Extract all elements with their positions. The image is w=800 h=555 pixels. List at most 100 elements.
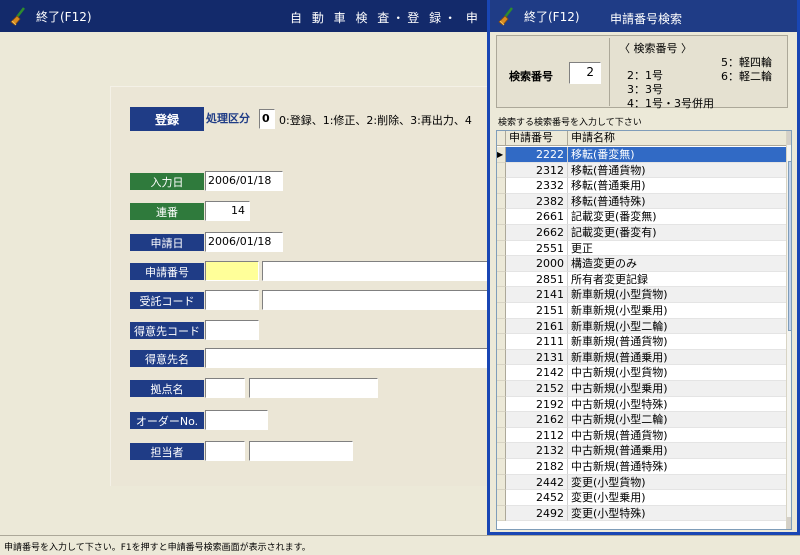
grid-row[interactable]: 2162 中古新規(小型二輪) xyxy=(497,412,787,428)
apply-no-label: 申請番号 xyxy=(130,263,204,280)
staff-label: 担当者 xyxy=(130,443,204,460)
row-selector[interactable] xyxy=(497,505,506,522)
grid-row[interactable]: 2661 記載変更(番変無) xyxy=(497,209,787,225)
row-selector[interactable] xyxy=(497,271,506,288)
grid-row[interactable]: 2332 移転(普通乗用) xyxy=(497,178,787,194)
grid-row[interactable]: 2152 中古新規(小型乗用) xyxy=(497,381,787,397)
consign-code-field[interactable] xyxy=(205,290,259,310)
grid-cell-code: 2442 xyxy=(506,474,568,491)
row-selector[interactable] xyxy=(497,490,506,506)
grid-cell-code: 2661 xyxy=(506,209,568,225)
apply-date-field[interactable]: 2006/01/18 xyxy=(205,232,283,252)
grid-row[interactable]: 2182 中古新規(普通特殊) xyxy=(497,459,787,475)
popup-exit-button[interactable]: 終了(F12) xyxy=(496,5,580,27)
kubun-input[interactable]: 0 xyxy=(259,109,275,129)
popup-exit-label: 終了(F12) xyxy=(524,9,580,24)
apply-no-field[interactable] xyxy=(205,261,259,281)
consign-name-field[interactable] xyxy=(262,290,490,310)
grid-row[interactable]: 2452 変更(小型乗用) xyxy=(497,490,787,506)
input-date-field[interactable]: 2006/01/18 xyxy=(205,171,283,191)
grid-row[interactable]: 2000 構造変更のみ xyxy=(497,256,787,272)
grid-cell-name: 新車新規(普通貨物) xyxy=(568,334,787,350)
grid-header-code[interactable]: 申請番号 xyxy=(506,131,568,146)
grid-row[interactable]: 2131 新車新規(普通乗用) xyxy=(497,349,787,366)
grid-cell-code: 2162 xyxy=(506,412,568,428)
grid-row[interactable]: 2142 中古新規(小型貨物) xyxy=(497,365,787,381)
input-date-label: 入力日 xyxy=(130,173,204,190)
grid-row[interactable]: 2141 新車新規(小型貨物) xyxy=(497,287,787,303)
consign-code-label: 受託コード xyxy=(130,292,204,309)
row-selector[interactable] xyxy=(497,178,506,194)
scroll-up-icon[interactable]: ▲ xyxy=(787,131,791,145)
row-selector[interactable] xyxy=(497,459,506,475)
grid-row[interactable]: 2551 更正 xyxy=(497,240,787,257)
serial-label: 連番 xyxy=(130,203,204,220)
grid-scrollbar[interactable]: ▲ ▼ xyxy=(786,131,791,529)
grid-row[interactable]: 2492 変更(小型特殊) xyxy=(497,505,787,522)
grid-row[interactable]: 2151 新車新規(小型乗用) xyxy=(497,303,787,319)
grid-cell-code: 2222 xyxy=(506,147,568,163)
row-selector[interactable] xyxy=(497,225,506,241)
grid-cell-code: 2192 xyxy=(506,396,568,413)
row-selector[interactable] xyxy=(497,303,506,319)
grid-row[interactable]: 2851 所有者変更記録 xyxy=(497,271,787,288)
main-exit-label: 終了(F12) xyxy=(36,9,92,24)
grid-cell-code: 2132 xyxy=(506,443,568,459)
row-pointer-icon[interactable]: ▶ xyxy=(497,147,506,163)
serial-field[interactable]: 14 xyxy=(205,201,250,221)
row-selector[interactable] xyxy=(497,287,506,303)
row-selector[interactable] xyxy=(497,474,506,491)
search-popup-window: 終了(F12) 申請番号検索 検索番号 2 〈 検索番号 〉 2：1号 3：3号… xyxy=(487,0,800,535)
grid-cell-code: 2312 xyxy=(506,162,568,179)
staff-code-field[interactable] xyxy=(205,441,245,461)
row-selector[interactable] xyxy=(497,209,506,225)
apply-name-field[interactable] xyxy=(262,261,490,281)
row-selector[interactable] xyxy=(497,443,506,459)
grid-cell-name: 移転(普通乗用) xyxy=(568,178,787,194)
row-selector[interactable] xyxy=(497,396,506,413)
row-selector[interactable] xyxy=(497,193,506,210)
help-item: 4：1号・3号併用 xyxy=(627,97,714,110)
order-no-field[interactable] xyxy=(205,410,268,430)
base-name-field[interactable] xyxy=(249,378,378,398)
main-exit-button[interactable]: 終了(F12) xyxy=(8,5,92,27)
staff-name-field[interactable] xyxy=(249,441,353,461)
customer-code-label: 得意先コード xyxy=(130,322,204,339)
search-box-divider xyxy=(609,38,610,106)
grid-cell-name: 記載変更(番変有) xyxy=(568,225,787,241)
search-number-input[interactable]: 2 xyxy=(569,62,601,84)
grid-cell-code: 2141 xyxy=(506,287,568,303)
row-selector[interactable] xyxy=(497,412,506,428)
customer-code-field[interactable] xyxy=(205,320,259,340)
scroll-thumb[interactable] xyxy=(788,161,791,331)
grid-row[interactable]: 2192 中古新規(小型特殊) xyxy=(497,396,787,413)
grid-row[interactable]: 2662 記載変更(番変有) xyxy=(497,225,787,241)
row-selector[interactable] xyxy=(497,256,506,272)
grid-cell-code: 2131 xyxy=(506,349,568,366)
customer-name-field[interactable] xyxy=(205,348,490,368)
grid-row[interactable]: 2132 中古新規(普通乗用) xyxy=(497,443,787,459)
grid-cell-code: 2142 xyxy=(506,365,568,381)
row-selector[interactable] xyxy=(497,240,506,257)
grid-cell-name: 移転(普通特殊) xyxy=(568,193,787,210)
grid-row[interactable]: 2312 移転(普通貨物) xyxy=(497,162,787,179)
grid-row[interactable]: 2112 中古新規(普通貨物) xyxy=(497,427,787,444)
grid-row[interactable]: 2442 変更(小型貨物) xyxy=(497,474,787,491)
row-selector[interactable] xyxy=(497,427,506,444)
grid-row[interactable]: 2111 新車新規(普通貨物) xyxy=(497,334,787,350)
row-selector[interactable] xyxy=(497,334,506,350)
row-selector[interactable] xyxy=(497,318,506,335)
row-selector[interactable] xyxy=(497,349,506,366)
grid-cell-name: 新車新規(小型貨物) xyxy=(568,287,787,303)
grid-row[interactable]: 2382 移転(普通特殊) xyxy=(497,193,787,210)
row-selector[interactable] xyxy=(497,162,506,179)
grid-cell-name: 中古新規(普通特殊) xyxy=(568,459,787,475)
scroll-down-icon[interactable]: ▼ xyxy=(787,517,791,529)
grid-row[interactable]: ▶ 2222 移転(番変無) xyxy=(497,147,787,163)
grid-row[interactable]: 2161 新車新規(小型二輪) xyxy=(497,318,787,335)
row-selector[interactable] xyxy=(497,381,506,397)
grid-header-name[interactable]: 申請名称 xyxy=(568,131,787,146)
result-grid[interactable]: 申請番号 申請名称 ▶ 2222 移転(番変無) 2312 移転(普通貨物) 2332 移転… xyxy=(496,130,792,530)
base-code-field[interactable] xyxy=(205,378,245,398)
row-selector[interactable] xyxy=(497,365,506,381)
